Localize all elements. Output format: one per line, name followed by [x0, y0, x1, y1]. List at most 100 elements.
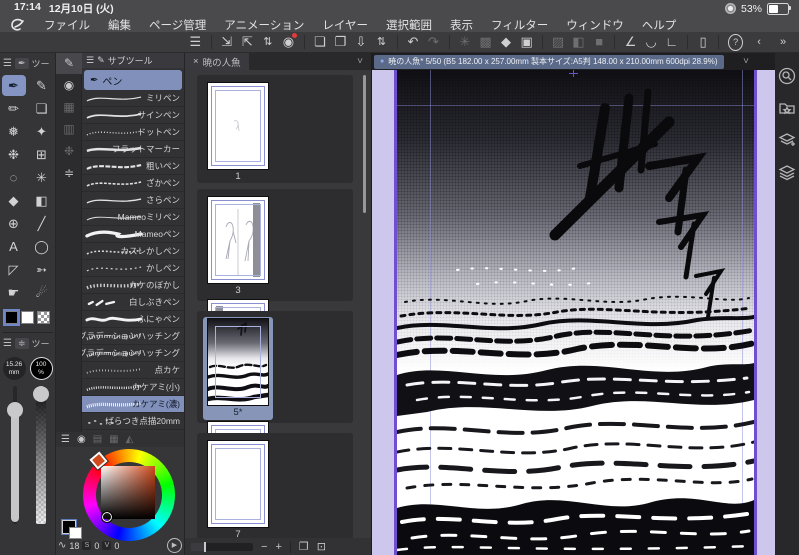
sub-color-white[interactable]	[21, 311, 34, 324]
menu-edit[interactable]: 編集	[99, 17, 140, 33]
brush-size-slider[interactable]	[6, 386, 23, 524]
main-color-black[interactable]	[3, 309, 20, 326]
reference-icon[interactable]: ▩	[475, 32, 496, 52]
menu-layer[interactable]: レイヤー	[313, 17, 377, 33]
tool-gradient[interactable]: ◧	[30, 190, 54, 211]
canvas-area[interactable]: ● 暁の人魚* 5/50 (B5 182.00 x 257.00mm 製本サイズ…	[372, 53, 775, 555]
brush-item[interactable]: サインペン	[82, 107, 184, 124]
transform-icon[interactable]: ⇱	[237, 32, 258, 52]
page-cell-7[interactable]: 7	[203, 439, 273, 542]
transparent-color[interactable]	[37, 311, 50, 324]
brush-size-slider-knob[interactable]	[6, 402, 23, 418]
color-set-tab-icon[interactable]: ▦	[109, 434, 118, 445]
selection-icon[interactable]: ▨	[548, 32, 569, 52]
chevron-down-icon[interactable]: ˅	[357, 56, 363, 67]
fit-screen-icon[interactable]: ⇲	[216, 32, 237, 52]
color-swatch-pair[interactable]	[61, 519, 82, 539]
tool-operate[interactable]: ⊕	[2, 213, 26, 234]
brush-item[interactable]: グラデーションハッチング	[82, 345, 184, 362]
material-folder-icon[interactable]	[778, 99, 796, 117]
artwork[interactable]	[394, 70, 757, 555]
help-icon[interactable]: ?	[728, 33, 744, 51]
thumbnail-zoom-slider[interactable]	[191, 541, 253, 552]
snap-ruler-icon[interactable]: ∠	[620, 32, 641, 52]
brush-item[interactable]: 白しぶきペン	[82, 294, 184, 311]
tool-blend[interactable]: ❉	[2, 144, 26, 165]
page-cell-3[interactable]: 3	[203, 195, 273, 298]
snap-special-ruler-icon[interactable]: ◡	[641, 32, 662, 52]
tool-tab-icon[interactable]: ✒	[14, 57, 29, 69]
zoom-out-button[interactable]: −	[261, 541, 267, 553]
brush-item[interactable]: グラデーションハッチング	[82, 328, 184, 345]
spread-view-icon[interactable]: ❐	[299, 540, 309, 553]
tool-airbrush[interactable]: ❅	[2, 121, 26, 142]
open-file-icon[interactable]: ❐	[330, 32, 351, 52]
tool-text[interactable]: A	[2, 236, 26, 257]
palette-menu-icon[interactable]: ☰	[3, 58, 12, 69]
brush-item[interactable]: カケアミ(小)	[82, 379, 184, 396]
brush-item[interactable]: かしペン	[82, 260, 184, 277]
layers-icon[interactable]	[778, 163, 796, 181]
view-options-icon[interactable]: ⇅	[258, 32, 279, 52]
expand-icon[interactable]: »	[771, 32, 795, 52]
gradient-icon[interactable]: ◧	[568, 32, 589, 52]
page-cell-1[interactable]: 1	[203, 81, 273, 184]
tool-eyedropper[interactable]: ☄	[30, 282, 54, 303]
export-icon[interactable]: ⇩	[351, 32, 372, 52]
tool-pen[interactable]: ✎	[30, 75, 54, 96]
property-tab-icon[interactable]: ≑	[14, 337, 29, 349]
brush-item[interactable]: さらペン	[82, 192, 184, 209]
new-page-icon[interactable]: ❏	[310, 32, 331, 52]
menu-help[interactable]: ヘルプ	[633, 17, 686, 33]
timeline-palette-icon[interactable]: ▥	[56, 119, 82, 140]
menu-selection[interactable]: 選択範囲	[377, 17, 441, 33]
sub-tool-palette-icon[interactable]: ✎	[56, 53, 82, 74]
brush-item[interactable]: ばらつき点描20mm	[82, 413, 184, 430]
brush-size-indicator[interactable]: 15.26 mm	[2, 357, 26, 380]
tool-decoration[interactable]: ✦	[30, 121, 54, 142]
tool-eraser[interactable]: ❏	[30, 98, 54, 119]
menu-page-manage[interactable]: ページ管理	[140, 17, 215, 33]
brush-item[interactable]: 点カケ	[82, 362, 184, 379]
tool-fill-bucket[interactable]: ◆	[2, 190, 26, 211]
tool-marker[interactable]: ✏	[2, 98, 26, 119]
fill-icon[interactable]: ◆	[496, 32, 517, 52]
intermediate-color-tab-icon[interactable]: ◭	[126, 434, 134, 445]
brush-item[interactable]: カケのぼかし	[82, 277, 184, 294]
menu-view[interactable]: 表示	[441, 17, 482, 33]
page-list-scrollbar[interactable]	[363, 75, 366, 213]
tool-line[interactable]: ╱	[30, 213, 54, 234]
clip-studio-icon[interactable]: ◉	[278, 32, 299, 52]
menu-file[interactable]: ファイル	[35, 17, 99, 33]
fit-page-icon[interactable]: ⊡	[317, 540, 326, 553]
menu-window[interactable]: ウィンドウ	[557, 17, 633, 33]
menu-animation[interactable]: アニメーション	[215, 17, 313, 33]
brush-item[interactable]: ふにゃペン	[82, 311, 184, 328]
tone-palette-icon[interactable]: ▦	[56, 97, 82, 118]
tool-auto-select[interactable]: ✳	[30, 167, 54, 188]
sv-cursor[interactable]	[101, 511, 113, 523]
main-menu-icon[interactable]: ☰	[185, 32, 206, 52]
redo-icon[interactable]: ↷	[423, 32, 444, 52]
quick-access-icon[interactable]	[778, 67, 796, 85]
blend-palette-icon[interactable]: ❉	[56, 141, 82, 162]
brush-item[interactable]: ざかペン	[82, 175, 184, 192]
brush-item[interactable]: ミリペン	[82, 90, 184, 107]
tool-hand[interactable]: ☛	[2, 282, 26, 303]
tool-figure[interactable]: ⊞	[30, 144, 54, 165]
clip-studio-logo[interactable]	[9, 18, 25, 32]
brush-item[interactable]: Mameoペン	[82, 226, 184, 243]
fill-rect-icon[interactable]: ■	[589, 32, 610, 52]
opacity-slider[interactable]	[32, 386, 49, 524]
opacity-slider-knob[interactable]	[32, 386, 49, 402]
frame-border-icon[interactable]: ▣	[516, 32, 537, 52]
brush-item-selected[interactable]: カケアミ(濃)	[82, 396, 184, 413]
auto-action-icon[interactable]: ▶	[167, 538, 182, 553]
collapse-icon[interactable]: ‹	[747, 32, 771, 52]
undo-icon[interactable]: ↶	[403, 32, 424, 52]
property-menu-icon[interactable]: ☰	[3, 338, 12, 349]
brush-item[interactable]: カスレかしペン	[82, 243, 184, 260]
tab-list-chevron-icon[interactable]: ˅	[743, 56, 749, 67]
document-tab[interactable]: ● 暁の人魚* 5/50 (B5 182.00 x 257.00mm 製本サイズ…	[374, 54, 724, 69]
layer-property-icon[interactable]	[778, 131, 796, 149]
